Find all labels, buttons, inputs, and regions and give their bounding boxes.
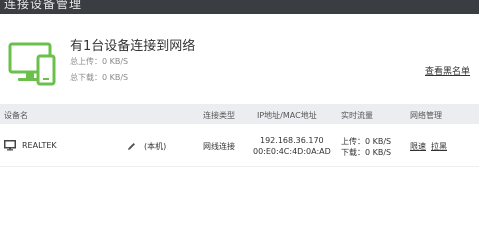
table-row: REALTEK (本机) 网线连接 192.168.36.170 00:E0:4… [0, 126, 479, 167]
view-blacklist-link[interactable]: 查看黑名单 [425, 64, 470, 77]
pencil-icon[interactable] [127, 142, 136, 151]
connection-summary: 有1台设备连接到网络 [70, 39, 196, 54]
speed-limit-link[interactable]: 限速 [410, 141, 426, 152]
header-ip-mac: IP地址/MAC地址 [257, 111, 317, 120]
table-header: 设备名 连接类型 IP地址/MAC地址 实时流量 网络管理 [0, 104, 479, 124]
monitor-phone-icon [8, 42, 56, 86]
header-device-name: 设备名 [4, 111, 28, 120]
device-name: REALTEK [22, 141, 57, 150]
mac-address: 00:E0:4C:4D:0A:AD [253, 147, 331, 156]
header-realtime-traffic: 实时流量 [341, 111, 373, 120]
device-upload: 上传：0 KB/S [341, 137, 392, 146]
desktop-monitor-icon [4, 140, 16, 151]
device-download: 下载：0 KB/S [341, 148, 392, 157]
header-connection-type: 连接类型 [203, 111, 235, 120]
title-bar: 连接设备管理 [0, 0, 479, 14]
local-tag: (本机) [144, 142, 167, 151]
connection-type: 网线连接 [203, 142, 235, 151]
total-download: 总下载：0 KB/S [70, 73, 129, 82]
block-device-link[interactable]: 拉黑 [431, 141, 447, 152]
window-title: 连接设备管理 [4, 0, 83, 11]
ip-address: 192.168.36.170 [260, 136, 324, 145]
header-network-mgmt: 网络管理 [410, 111, 442, 120]
total-upload: 总上传：0 KB/S [70, 57, 129, 66]
